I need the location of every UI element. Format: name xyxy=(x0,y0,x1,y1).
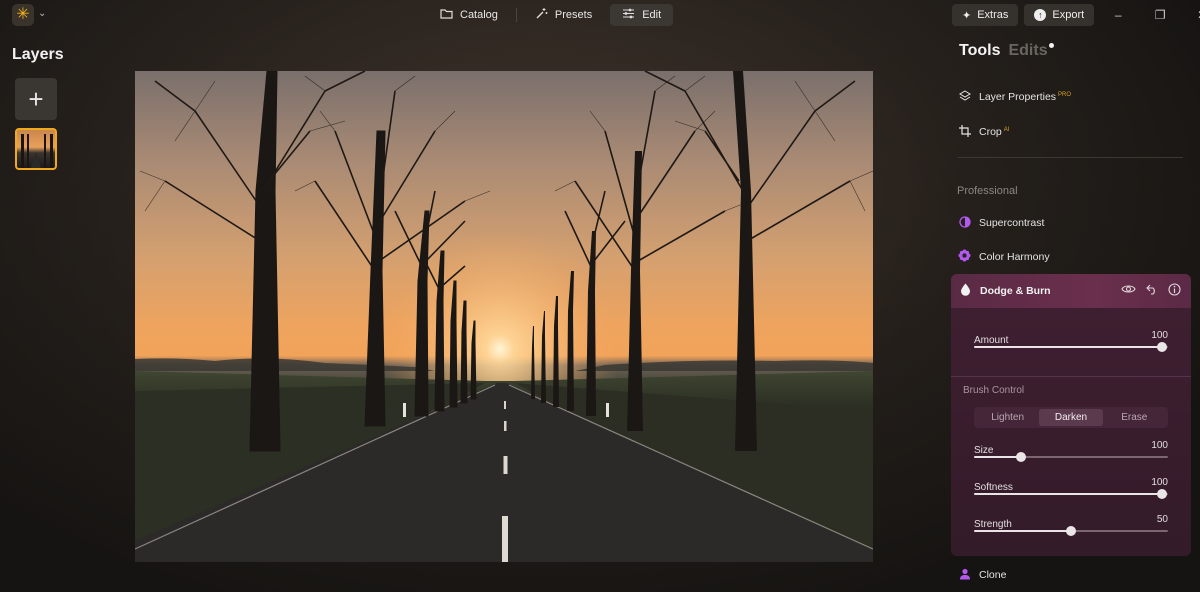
tool-supercontrast-label: Supercontrast xyxy=(979,217,1045,229)
main-nav: Catalog Presets Edit xyxy=(428,4,674,26)
tool-crop-label: Crop AI xyxy=(979,126,1009,138)
chevron-down-icon[interactable]: ⌄ xyxy=(38,8,46,19)
tool-crop[interactable]: Crop AI xyxy=(958,121,1009,143)
plus-icon: + xyxy=(28,83,44,114)
size-slider: Size 100 xyxy=(974,440,1168,462)
nav-presets[interactable]: Presets xyxy=(523,4,604,26)
size-fill xyxy=(974,456,1021,458)
softness-thumb[interactable] xyxy=(1157,489,1168,499)
nav-separator xyxy=(515,8,517,22)
undo-icon[interactable] xyxy=(1146,283,1158,299)
person-stamp-icon xyxy=(958,568,971,583)
export-button[interactable]: ↑ Export xyxy=(1024,4,1095,26)
mode-erase[interactable]: Erase xyxy=(1103,409,1166,426)
tab-edits[interactable]: Edits xyxy=(1008,42,1054,60)
add-layer-button[interactable]: + xyxy=(15,78,57,120)
amount-track[interactable] xyxy=(974,342,1168,352)
tool-layer-properties-label: Layer Properties PRO xyxy=(979,91,1071,103)
strength-value: 50 xyxy=(1156,514,1168,525)
thumb-tree xyxy=(27,134,29,168)
half-circle-icon xyxy=(958,215,971,231)
export-label: Export xyxy=(1052,9,1085,21)
amount-slider: Amount 100 xyxy=(974,330,1168,352)
tool-clone-label: Clone xyxy=(979,569,1007,581)
nav-edit[interactable]: Edit xyxy=(610,4,674,26)
thumb-tree xyxy=(21,134,24,168)
top-bar: ✳ ⌄ Catalog Presets Edit ✦ Extras ↑ Expo… xyxy=(0,0,1200,30)
brush-control-title: Brush Control xyxy=(963,385,1025,396)
close-icon[interactable]: ✕ xyxy=(1184,4,1200,26)
crop-icon xyxy=(958,124,971,140)
amount-thumb[interactable] xyxy=(1157,342,1168,352)
photo-image xyxy=(135,71,873,562)
section-professional: Professional xyxy=(957,185,1018,197)
sparkle-icon: ✦ xyxy=(962,9,972,22)
nav-catalog[interactable]: Catalog xyxy=(428,4,510,26)
size-label: Size xyxy=(974,445,994,456)
thumb-tree xyxy=(50,134,53,168)
upload-arrow-icon: ↑ xyxy=(1034,9,1047,21)
tab-tools[interactable]: Tools xyxy=(959,42,1000,60)
nav-presets-label: Presets xyxy=(554,9,593,21)
extras-label: Extras xyxy=(977,9,1009,21)
sun-logo-icon[interactable]: ✳ xyxy=(12,4,34,26)
amount-value: 100 xyxy=(1151,330,1168,341)
softness-fill xyxy=(974,493,1163,495)
extras-button[interactable]: ✦ Extras xyxy=(952,4,1019,26)
size-thumb[interactable] xyxy=(1015,452,1026,462)
size-value: 100 xyxy=(1151,440,1168,451)
folder-icon xyxy=(440,8,453,22)
softness-label: Softness xyxy=(974,482,1013,493)
layer-thumbnail[interactable] xyxy=(15,128,57,170)
amount-label: Amount xyxy=(974,335,1009,346)
photo-canvas[interactable] xyxy=(135,71,873,562)
brush-divider xyxy=(951,376,1191,377)
info-icon[interactable] xyxy=(1168,283,1181,299)
restore-icon[interactable]: ❐ xyxy=(1142,4,1178,26)
nav-edit-label: Edit xyxy=(642,9,662,21)
tool-supercontrast[interactable]: Supercontrast xyxy=(958,212,1044,234)
strength-fill xyxy=(974,530,1071,532)
softness-track[interactable] xyxy=(974,489,1168,499)
dodge-burn-panel: Dodge & Burn Amount 100 Brush Control Li… xyxy=(951,274,1191,556)
eye-icon[interactable] xyxy=(1121,283,1136,299)
tool-layer-properties[interactable]: Layer Properties PRO xyxy=(958,86,1071,108)
tool-color-harmony-label: Color Harmony xyxy=(979,251,1050,263)
minimize-icon[interactable]: – xyxy=(1100,4,1136,26)
panel-divider xyxy=(957,157,1183,158)
layers-title: Layers xyxy=(12,46,64,63)
size-track[interactable] xyxy=(974,452,1168,462)
nav-catalog-label: Catalog xyxy=(460,9,498,21)
magic-wand-icon xyxy=(535,7,548,23)
crop-text: Crop xyxy=(979,126,1002,138)
tool-clone[interactable]: Clone xyxy=(958,564,1006,586)
drop-icon xyxy=(959,283,972,299)
ai-badge: AI xyxy=(1003,126,1010,133)
header-actions xyxy=(1121,283,1181,299)
tool-color-harmony[interactable]: Color Harmony xyxy=(958,246,1050,268)
thumb-road xyxy=(31,152,41,168)
tab-edits-label: Edits xyxy=(1008,42,1048,59)
sliders-icon xyxy=(622,8,635,22)
strength-track[interactable] xyxy=(974,526,1168,536)
layer-properties-text: Layer Properties xyxy=(979,91,1057,103)
mode-lighten[interactable]: Lighten xyxy=(976,409,1039,426)
strength-thumb[interactable] xyxy=(1066,526,1076,536)
pro-badge: PRO xyxy=(1058,91,1072,98)
strength-label: Strength xyxy=(974,519,1012,530)
dodge-burn-header[interactable]: Dodge & Burn xyxy=(951,274,1191,308)
softness-value: 100 xyxy=(1151,477,1168,488)
notification-dot xyxy=(1048,43,1054,48)
brush-mode-selector: Lighten Darken Erase xyxy=(974,407,1168,428)
strength-slider: Strength 50 xyxy=(974,514,1168,536)
top-right-controls: ✦ Extras ↑ Export – ❐ ✕ xyxy=(952,4,1200,26)
layers-icon xyxy=(958,89,971,105)
panel-tabs: Tools Edits xyxy=(959,42,1054,60)
mode-darken[interactable]: Darken xyxy=(1039,409,1103,426)
thumb-tree xyxy=(44,134,46,168)
softness-slider: Softness 100 xyxy=(974,477,1168,499)
amount-fill xyxy=(974,346,1163,348)
flower-icon xyxy=(958,249,971,265)
dodge-burn-title: Dodge & Burn xyxy=(980,285,1051,297)
